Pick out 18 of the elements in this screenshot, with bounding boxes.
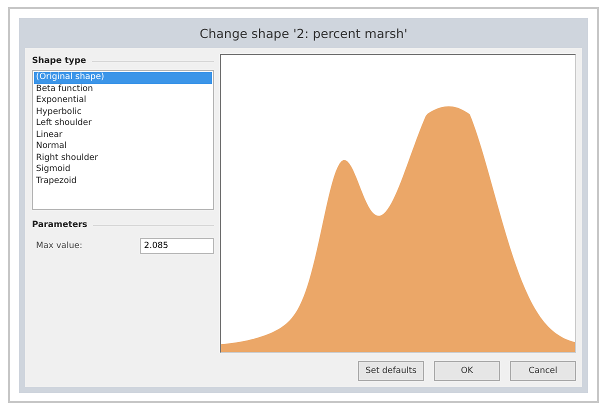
dialog-button[interactable]: Cancel: [510, 361, 576, 381]
list-item[interactable]: Sigmoid: [34, 164, 212, 176]
list-item[interactable]: Linear: [34, 130, 212, 141]
group-heading: Shape type: [32, 56, 86, 66]
list-item[interactable]: Normal: [34, 141, 212, 152]
field-label: Max value:: [35, 241, 82, 251]
list-item[interactable]: Beta function: [34, 84, 212, 95]
group-heading: Parameters: [32, 220, 88, 230]
list-item[interactable]: Trapezoid: [34, 176, 212, 187]
input-field[interactable]: 2.085: [140, 238, 214, 254]
shape-list[interactable]: (Original shape) Beta function Exponential Hyperbolic Left shoulder Linear Normal Right shoulder Sigmoid Trapezoid: [32, 70, 214, 210]
window-title: Change shape '2: percent marsh': [200, 26, 408, 40]
dialog-button[interactable]: Set defaults: [358, 361, 424, 381]
list-item[interactable]: Right shoulder: [34, 152, 212, 164]
dialog-button[interactable]: OK: [434, 361, 500, 381]
list-item[interactable]: Exponential: [34, 95, 212, 106]
list-item[interactable]: Left shoulder: [34, 118, 212, 130]
list-item[interactable]: Hyperbolic: [34, 106, 212, 118]
